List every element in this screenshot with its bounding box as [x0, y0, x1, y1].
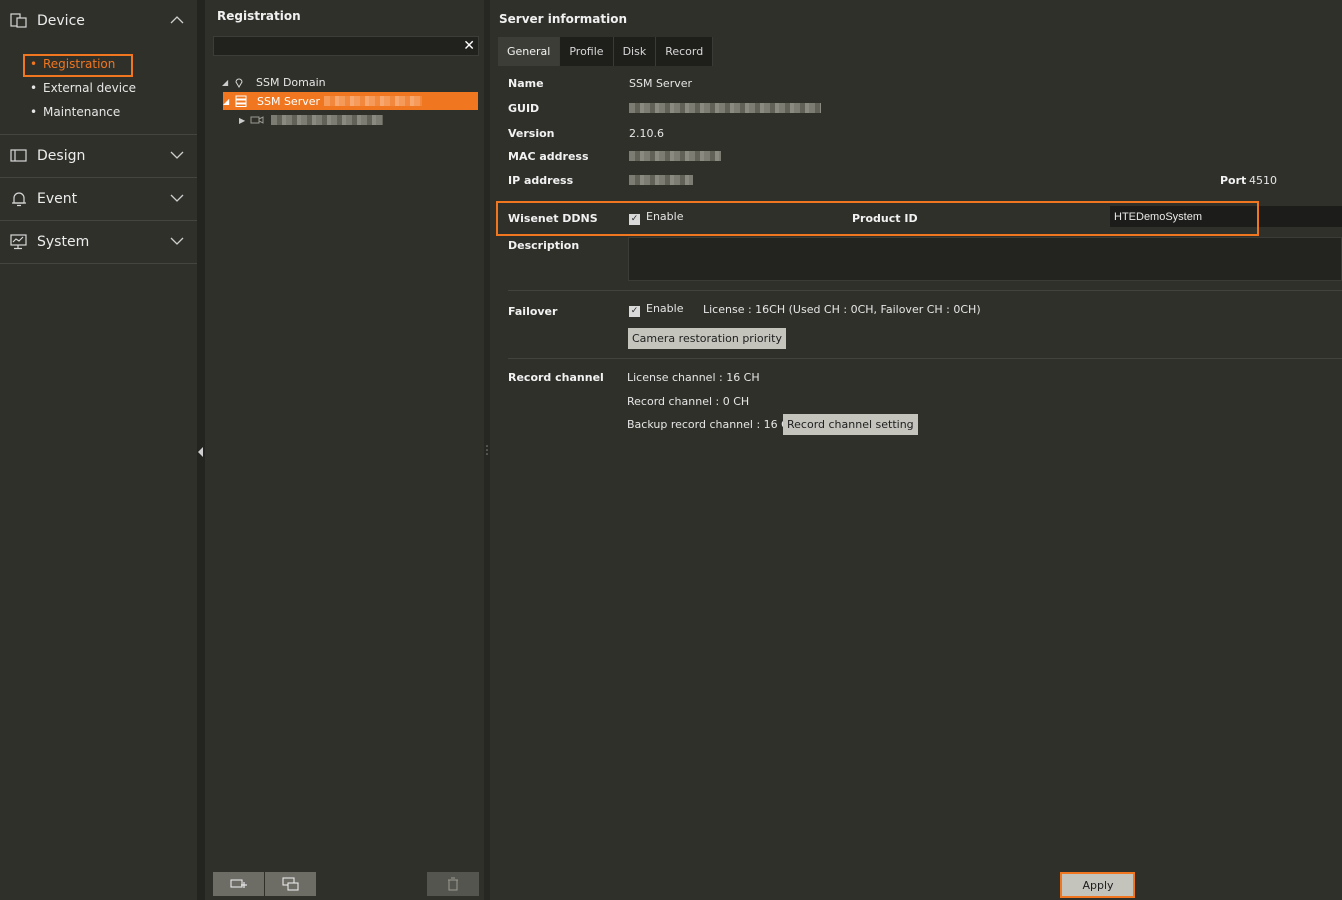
server-info-tabs: General Profile Disk Record [498, 37, 714, 66]
location-pin-icon [232, 77, 246, 88]
backup-record-channel-text: Backup record channel : 16 CH [627, 418, 798, 431]
nav-section-event: Event [0, 178, 197, 221]
tree-search-input[interactable] [214, 40, 454, 58]
add-device-button[interactable] [213, 872, 264, 896]
design-icon [10, 147, 28, 165]
drag-handle-icon[interactable] [485, 444, 489, 456]
section-divider [508, 358, 1342, 359]
nav-header-event-label: Event [37, 191, 78, 207]
nav-header-system-label: System [37, 234, 90, 250]
nav-header-design-label: Design [37, 148, 86, 164]
chevron-down-icon[interactable] [169, 147, 185, 163]
delete-button[interactable] [427, 872, 479, 896]
record-channel-text: Record channel : 0 CH [627, 395, 750, 408]
server-icon [233, 95, 249, 107]
description-textarea[interactable] [628, 237, 1342, 281]
port-label: Port [1220, 174, 1247, 187]
nav-item-external-device[interactable]: External device [0, 76, 197, 100]
tree-item-server-label: SSM Server [257, 94, 321, 108]
highlight-registration [23, 54, 133, 77]
guid-value [629, 103, 821, 116]
nav-header-design[interactable]: Design [0, 135, 197, 177]
tree-item-domain[interactable]: ◢ SSM Domain [222, 73, 326, 91]
close-icon[interactable]: ✕ [463, 38, 475, 54]
redacted-device-name [271, 115, 383, 125]
add-device-icon [229, 879, 247, 888]
register-device-icon [281, 877, 299, 891]
device-icon [10, 12, 28, 30]
description-label: Description [508, 239, 580, 252]
register-device-button[interactable] [265, 872, 316, 896]
settings-nav: Device Registration External device Main… [0, 0, 197, 900]
collapse-arrow-icon[interactable] [198, 447, 204, 457]
record-channel-setting-button[interactable]: Record channel setting [783, 414, 918, 435]
tree-item-server[interactable]: ◢ SSM Server [223, 92, 478, 110]
registration-panel: Registration ✕ ◢ SSM Domain ◢ SSM Server… [205, 0, 484, 900]
ip-value [629, 175, 693, 188]
tree-item-device[interactable]: ▶ [239, 111, 383, 129]
section-divider [508, 290, 1342, 291]
failover-enable-checkbox[interactable]: ✓ Enable [629, 302, 683, 317]
registration-title: Registration [217, 9, 301, 23]
highlight-ddns-row [496, 201, 1259, 236]
nav-header-device[interactable]: Device [0, 0, 197, 42]
tree-search: ✕ [213, 36, 479, 58]
tab-general[interactable]: General [498, 37, 561, 66]
registration-toolbar [213, 872, 479, 896]
highlight-apply [1060, 872, 1135, 898]
nav-splitter[interactable] [197, 0, 205, 900]
redacted-server-address [324, 96, 423, 106]
nav-header-system[interactable]: System [0, 221, 197, 263]
ip-label: IP address [508, 174, 574, 187]
guid-label: GUID [508, 102, 540, 115]
bell-icon [10, 190, 28, 208]
tab-record[interactable]: Record [656, 37, 714, 66]
license-text: License : 16CH (Used CH : 0CH, Failover … [703, 303, 981, 316]
expand-down-icon[interactable]: ◢ [222, 78, 232, 87]
nav-item-external-device-label: External device [43, 81, 137, 95]
nav-section-design: Design [0, 135, 197, 178]
chevron-down-icon[interactable] [169, 190, 185, 206]
version-value: 2.10.6 [629, 127, 664, 140]
mac-label: MAC address [508, 150, 589, 163]
redacted-ip [629, 175, 693, 185]
port-value: 4510 [1249, 174, 1277, 187]
server-info-title: Server information [499, 12, 628, 26]
name-value: SSM Server [629, 77, 693, 90]
server-info-panel: Server information General Profile Disk … [490, 0, 1342, 900]
chevron-up-icon[interactable] [169, 12, 185, 28]
trash-icon [448, 877, 458, 891]
expand-right-icon[interactable]: ▶ [239, 116, 249, 125]
name-label: Name [508, 77, 544, 90]
nav-item-maintenance-label: Maintenance [43, 105, 121, 119]
nav-section-system: System [0, 221, 197, 264]
nav-item-maintenance[interactable]: Maintenance [0, 100, 197, 124]
system-icon [10, 233, 28, 251]
checkmark-icon: ✓ [629, 306, 640, 317]
tab-profile[interactable]: Profile [560, 37, 614, 66]
nav-header-device-label: Device [37, 13, 85, 29]
mac-value [629, 151, 721, 164]
license-channel-text: License channel : 16 CH [627, 371, 760, 384]
redacted-mac [629, 151, 721, 161]
camera-icon [249, 115, 265, 125]
failover-label: Failover [508, 305, 558, 318]
expand-down-icon[interactable]: ◢ [223, 97, 233, 106]
failover-enable-label: Enable [646, 302, 684, 315]
nav-header-event[interactable]: Event [0, 178, 197, 220]
tab-disk[interactable]: Disk [613, 37, 657, 66]
tree-item-domain-label: SSM Domain [256, 75, 326, 89]
version-label: Version [508, 127, 555, 140]
record-channel-label: Record channel [508, 371, 604, 384]
chevron-down-icon[interactable] [169, 233, 185, 249]
redacted-guid [629, 103, 821, 113]
camera-restoration-priority-button[interactable]: Camera restoration priority [628, 328, 787, 349]
